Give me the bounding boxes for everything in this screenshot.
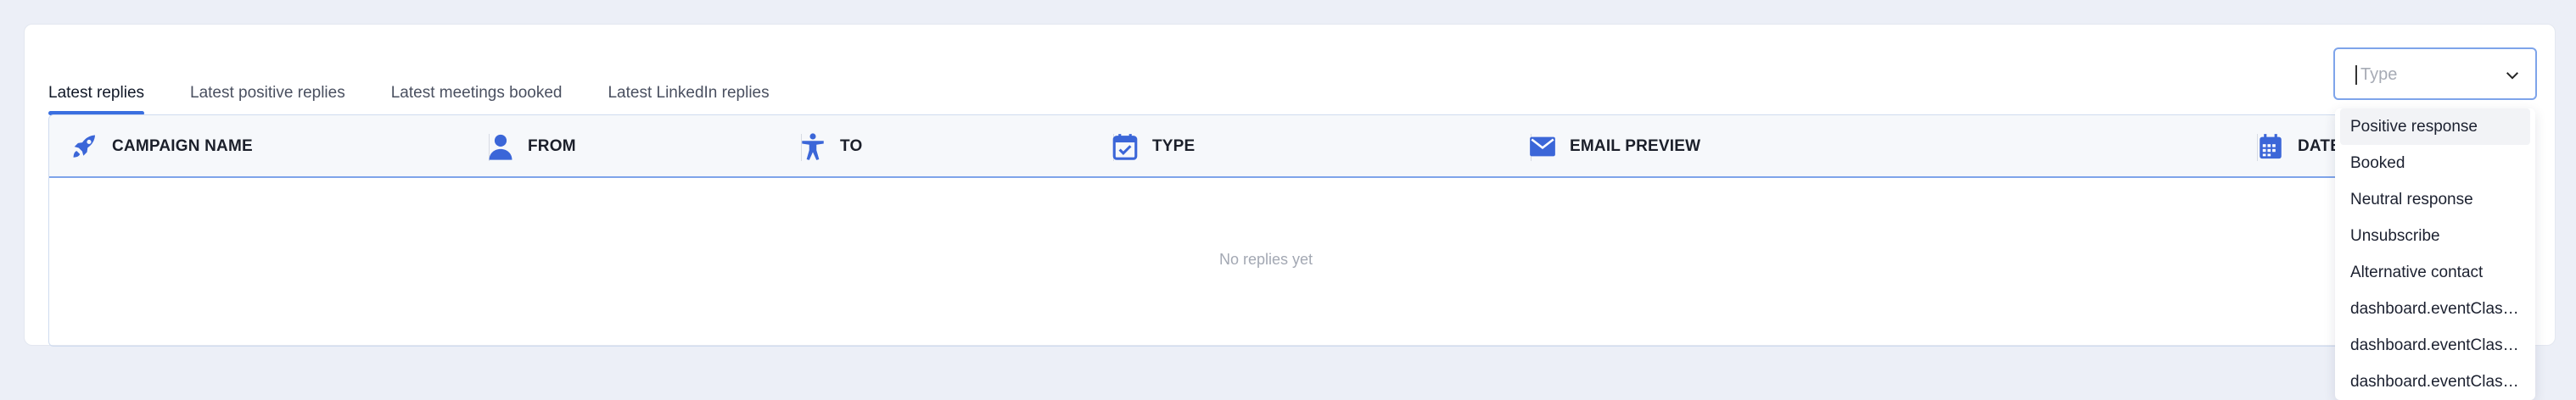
dropdown-option-event-class-2[interactable]: dashboard.eventClas…	[2335, 327, 2535, 364]
column-to[interactable]: TO	[798, 115, 862, 178]
dropdown-option-booked[interactable]: Booked	[2335, 145, 2535, 181]
column-label: EMAIL PREVIEW	[1570, 137, 1701, 155]
column-label: TO	[840, 137, 863, 155]
type-filter-dropdown: Positive response Booked Neutral respons…	[2335, 108, 2535, 400]
dropdown-option-positive-response[interactable]: Positive response	[2340, 108, 2530, 145]
table-header: CAMPAIGN NAME FROM TO TYPE EMAIL PREVIEW…	[49, 115, 2483, 178]
calendar-check-icon	[1110, 131, 1140, 162]
chevron-down-icon[interactable]	[2505, 68, 2520, 83]
empty-state-text: No replies yet	[1218, 251, 1313, 268]
dropdown-option-event-class-1[interactable]: dashboard.eventClas…	[2335, 291, 2535, 327]
replies-card: Latest replies Latest positive replies L…	[24, 24, 2556, 347]
column-label: CAMPAIGN NAME	[112, 137, 253, 155]
column-email-preview[interactable]: EMAIL PREVIEW	[1527, 115, 1700, 178]
rocket-icon	[70, 131, 100, 162]
column-label: TYPE	[1152, 137, 1196, 155]
dropdown-option-alternative-contact[interactable]: Alternative contact	[2335, 254, 2535, 291]
type-filter-select[interactable]	[2333, 47, 2537, 100]
calendar-icon	[2255, 131, 2286, 162]
type-filter-input[interactable]	[2355, 65, 2491, 85]
envelope-icon	[1527, 131, 1558, 162]
dropdown-option-neutral-response[interactable]: Neutral response	[2335, 181, 2535, 218]
column-type[interactable]: TYPE	[1110, 115, 1195, 178]
column-date[interactable]: DATE	[2255, 115, 2341, 178]
column-label: FROM	[528, 137, 576, 155]
column-from[interactable]: FROM	[485, 115, 576, 178]
replies-table: CAMPAIGN NAME FROM TO TYPE EMAIL PREVIEW…	[48, 114, 2484, 347]
column-campaign-name[interactable]: CAMPAIGN NAME	[70, 115, 253, 178]
dropdown-option-unsubscribe[interactable]: Unsubscribe	[2335, 218, 2535, 254]
dropdown-option-event-class-3[interactable]: dashboard.eventClas…	[2335, 364, 2535, 400]
person-icon	[485, 131, 516, 162]
accessibility-person-icon	[798, 131, 828, 162]
